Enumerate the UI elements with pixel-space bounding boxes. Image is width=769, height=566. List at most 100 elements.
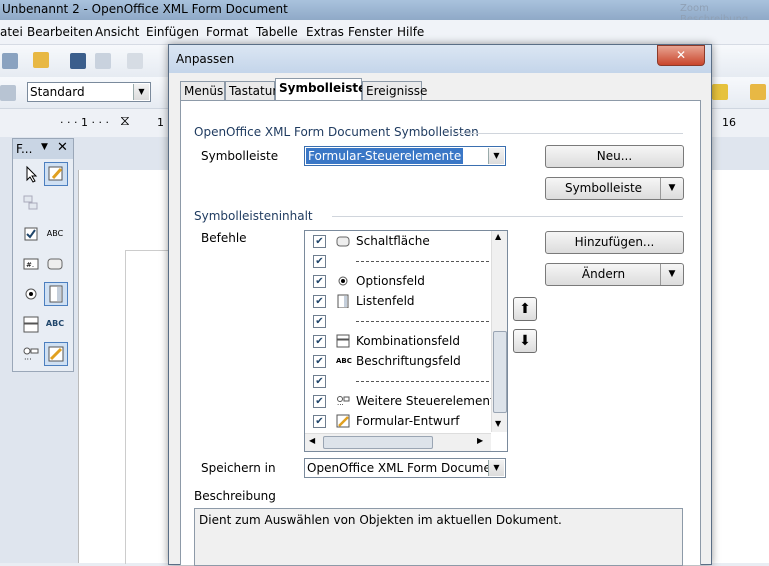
- hscrollbar-thumb[interactable]: [323, 436, 433, 449]
- list-item[interactable]: ✔: [305, 251, 491, 271]
- dialog-titlebar[interactable]: Anpassen: [169, 45, 711, 73]
- command-checkbox[interactable]: ✔: [313, 295, 326, 308]
- chevron-down-icon[interactable]: ▼: [488, 148, 504, 164]
- tab-events[interactable]: Ereignisse: [362, 81, 427, 100]
- description-text: Dient zum Auswählen von Objekten im aktu…: [199, 513, 562, 527]
- separator-line: [356, 261, 489, 262]
- modify-button[interactable]: Ändern ▼: [545, 263, 684, 286]
- paragraph-style-select[interactable]: Standard ▼: [27, 82, 151, 102]
- paragraph-style-value: Standard: [30, 85, 85, 99]
- close-icon[interactable]: ✕: [57, 140, 68, 155]
- list-item[interactable]: ✔ Kombinationsfeld: [305, 331, 491, 351]
- svg-text:···: ···: [24, 355, 32, 364]
- toolbar-menu-icon[interactable]: ▼: [41, 142, 48, 152]
- vertical-scrollbar[interactable]: ▲ ▼: [491, 231, 507, 432]
- scroll-down-icon[interactable]: ▼: [495, 419, 501, 428]
- list-item[interactable]: ✔: [305, 311, 491, 331]
- background-color-icon[interactable]: [750, 84, 766, 100]
- label-field-icon: ABC: [336, 357, 352, 365]
- highlight-icon[interactable]: [712, 84, 728, 100]
- menu-file[interactable]: atei: [0, 25, 23, 39]
- add-command-button[interactable]: Hinzufügen...: [545, 231, 684, 254]
- list-item[interactable]: ✔ Schaltfläche: [305, 231, 491, 251]
- select-pointer-icon[interactable]: [20, 163, 42, 185]
- toolbar-select-label: Symbolleiste: [201, 149, 279, 163]
- list-box-icon[interactable]: [44, 282, 68, 306]
- chevron-down-icon[interactable]: ▼: [488, 460, 504, 476]
- command-checkbox[interactable]: ✔: [313, 415, 326, 428]
- scroll-left-icon[interactable]: ◀: [309, 436, 315, 445]
- form-toolbar-header[interactable]: F... ▼ ✕: [13, 139, 73, 159]
- tab-menus[interactable]: Menüs: [180, 81, 225, 100]
- commands-list[interactable]: ✔ Schaltfläche ✔ ✔ Optionsfeld ✔ Listenfeld ✔ ✔ K…: [304, 230, 508, 452]
- save-in-select[interactable]: OpenOffice XML Form Document ▼: [304, 458, 506, 478]
- styles-icon[interactable]: [0, 85, 16, 101]
- form-design-icon[interactable]: [44, 342, 68, 366]
- menu-window[interactable]: Fenster: [348, 25, 393, 39]
- toolbar-menu-button[interactable]: Symbolleiste ▼: [545, 177, 684, 200]
- more-controls-icon: ···: [336, 394, 350, 409]
- customize-dialog: Anpassen ✕ Menüs Tastatur Symbolleisten …: [168, 44, 712, 566]
- list-item[interactable]: ✔: [305, 371, 491, 391]
- separator-line: [356, 321, 489, 322]
- menu-view[interactable]: Ansicht: [95, 25, 139, 39]
- chevron-down-icon[interactable]: ▼: [133, 84, 149, 100]
- description-box: Dient zum Auswählen von Objekten im aktu…: [194, 508, 683, 566]
- command-label: Kombinationsfeld: [356, 334, 461, 348]
- list-item[interactable]: ✔ Listenfeld: [305, 291, 491, 311]
- dialog-close-button[interactable]: ✕: [657, 45, 705, 66]
- horizontal-scrollbar[interactable]: ◀ ▶: [305, 433, 491, 451]
- open-icon[interactable]: [33, 52, 49, 68]
- save-icon[interactable]: [70, 53, 86, 69]
- commands-rows: ✔ Schaltfläche ✔ ✔ Optionsfeld ✔ Listenfeld ✔ ✔ K…: [305, 231, 502, 433]
- checkbox-icon[interactable]: [20, 223, 42, 245]
- list-item[interactable]: ✔ Formular-Entwurf: [305, 411, 491, 431]
- chevron-down-icon[interactable]: ▼: [660, 264, 683, 285]
- tab-keyboard[interactable]: Tastatur: [225, 81, 277, 100]
- command-checkbox[interactable]: ✔: [313, 335, 326, 348]
- email-icon[interactable]: [95, 53, 111, 69]
- menu-format[interactable]: Format: [206, 25, 248, 39]
- menu-insert[interactable]: Einfügen: [146, 25, 199, 39]
- more-controls-icon[interactable]: ···: [20, 343, 42, 365]
- text-box-icon[interactable]: ABC: [44, 223, 66, 245]
- scrollbar-thumb[interactable]: [493, 331, 507, 413]
- form-wizard-icon[interactable]: [20, 191, 42, 213]
- command-checkbox[interactable]: ✔: [313, 355, 326, 368]
- edit-icon[interactable]: [127, 53, 143, 69]
- list-item[interactable]: ✔ ··· Weitere Steuerelemente: [305, 391, 502, 411]
- scroll-up-icon[interactable]: ▲: [495, 232, 501, 241]
- option-button-icon[interactable]: [20, 283, 42, 305]
- command-checkbox[interactable]: ✔: [313, 255, 326, 268]
- combo-box-icon[interactable]: [20, 313, 42, 335]
- list-item[interactable]: ✔ Optionsfeld: [305, 271, 491, 291]
- new-icon[interactable]: [2, 53, 18, 69]
- scroll-right-icon[interactable]: ▶: [477, 436, 483, 445]
- arrow-up-icon: ⬆: [519, 301, 531, 317]
- save-in-label: Speichern in: [201, 461, 276, 475]
- label-field-icon[interactable]: ABC: [44, 313, 66, 335]
- command-checkbox[interactable]: ✔: [313, 315, 326, 328]
- indent-marker-icon[interactable]: ⧖: [120, 113, 130, 129]
- tab-toolbars[interactable]: Symbolleisten: [275, 78, 375, 101]
- toolbar-select[interactable]: Formular-Steuerelemente ▼: [304, 146, 506, 166]
- list-item[interactable]: ✔ ABC Beschriftungsfeld: [305, 351, 491, 371]
- menu-help[interactable]: Hilfe: [397, 25, 424, 39]
- chevron-down-icon[interactable]: ▼: [660, 178, 683, 199]
- move-up-button[interactable]: ⬆: [513, 297, 537, 321]
- command-checkbox[interactable]: ✔: [313, 395, 326, 408]
- menu-tools[interactable]: Extras: [306, 25, 344, 39]
- svg-text:#.: #.: [26, 261, 34, 269]
- command-checkbox[interactable]: ✔: [313, 375, 326, 388]
- formatted-field-icon[interactable]: #.: [20, 253, 42, 275]
- push-button-icon[interactable]: [44, 253, 66, 275]
- menu-edit[interactable]: Bearbeiten: [27, 25, 93, 39]
- move-down-button[interactable]: ⬇: [513, 329, 537, 353]
- new-toolbar-button[interactable]: Neu...: [545, 145, 684, 168]
- description-label: Beschreibung: [194, 489, 276, 503]
- command-label: Schaltfläche: [356, 234, 430, 248]
- design-mode-icon[interactable]: [44, 162, 68, 186]
- command-checkbox[interactable]: ✔: [313, 275, 326, 288]
- command-checkbox[interactable]: ✔: [313, 235, 326, 248]
- menu-table[interactable]: Tabelle: [256, 25, 298, 39]
